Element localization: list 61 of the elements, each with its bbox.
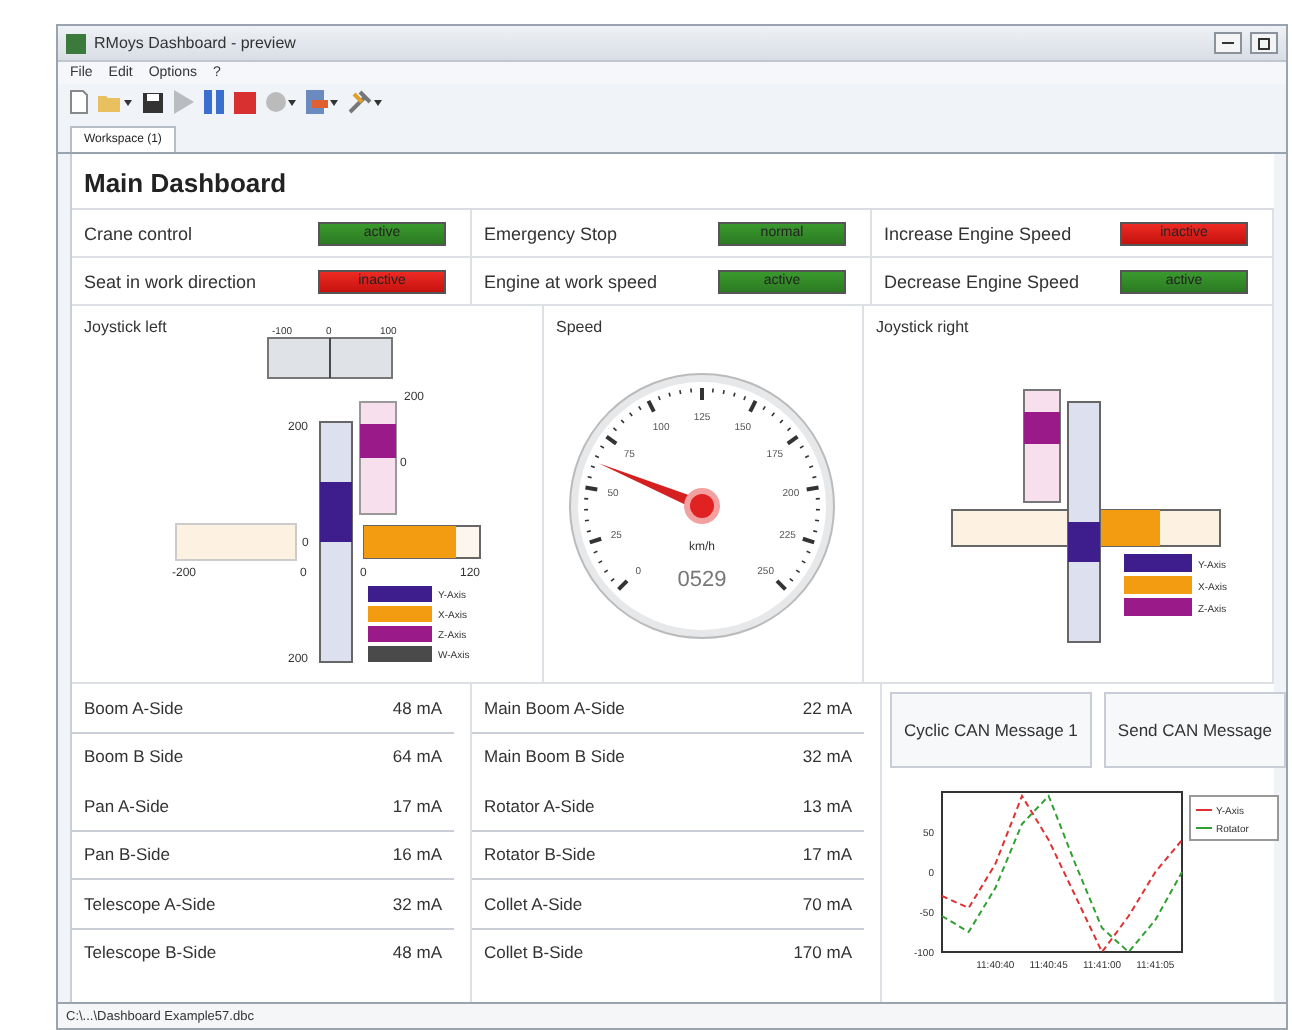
table-cell: 32 mA bbox=[392, 893, 442, 914]
table-cell: 13 mA bbox=[802, 795, 852, 816]
table-cell: Telescope B-Side bbox=[84, 942, 217, 963]
table-cell: Boom A-Side bbox=[84, 697, 184, 718]
table-cell: Rotator A-Side bbox=[484, 795, 595, 816]
table-cell: Telescope A-Side bbox=[84, 893, 216, 914]
pause-button[interactable] bbox=[204, 90, 224, 114]
table-cell: Pan A-Side bbox=[84, 795, 170, 816]
minimize-icon bbox=[1222, 41, 1234, 45]
new-file-button[interactable] bbox=[70, 90, 88, 114]
table-cell: 48 mA bbox=[392, 697, 442, 718]
open-folder-button[interactable] bbox=[98, 92, 132, 112]
table-cell: Main Boom A-Side bbox=[484, 697, 625, 718]
table-cell: Boom B Side bbox=[84, 746, 184, 767]
table-cell: 22 mA bbox=[802, 697, 852, 718]
table-cell: 16 mA bbox=[392, 844, 442, 865]
record-button[interactable] bbox=[266, 92, 296, 112]
table-cell: 17 mA bbox=[392, 795, 442, 816]
table-cell: 32 mA bbox=[802, 746, 852, 767]
caret-icon bbox=[124, 99, 132, 105]
can-message-button[interactable]: Send CAN Message bbox=[1103, 692, 1286, 768]
dashboard-title: Main Dashboard bbox=[72, 154, 1274, 210]
panel-title: Joystick left bbox=[84, 318, 167, 336]
maximize-icon bbox=[1258, 37, 1270, 49]
caret-icon bbox=[330, 99, 338, 105]
x-axis-bar bbox=[363, 525, 481, 559]
table-cell: 17 mA bbox=[802, 844, 852, 865]
signal-label: Increase Engine Speed bbox=[884, 223, 1072, 243]
table-cell: 170 mA bbox=[793, 942, 852, 963]
panel-title: Joystick right bbox=[876, 318, 969, 336]
table-cell: 70 mA bbox=[802, 893, 852, 914]
tools-button[interactable] bbox=[348, 90, 382, 114]
can-message-button[interactable]: Cyclic CAN Message 1 bbox=[890, 692, 1092, 768]
table-cell: Rotator B-Side bbox=[484, 844, 596, 865]
table-cell: Collet A-Side bbox=[484, 893, 583, 914]
signal-label: Emergency Stop bbox=[484, 223, 618, 243]
caret-icon bbox=[288, 99, 296, 105]
table-cell: 64 mA bbox=[392, 746, 442, 767]
stop-button[interactable] bbox=[234, 91, 256, 113]
z-axis-bar bbox=[1023, 389, 1061, 503]
window-title: RMoys Dashboard - preview bbox=[94, 34, 298, 52]
caret-icon bbox=[374, 99, 382, 105]
gauge-needle bbox=[598, 463, 720, 524]
table-cell: Collet B-Side bbox=[484, 942, 584, 963]
gauge-reading: 0529 bbox=[677, 568, 727, 592]
table-cell: Pan B-Side bbox=[84, 844, 170, 865]
signal-label: Decrease Engine Speed bbox=[884, 271, 1080, 291]
table-cell: 48 mA bbox=[392, 942, 442, 963]
minimize-button[interactable] bbox=[1214, 32, 1242, 54]
z-axis-bar bbox=[359, 401, 397, 515]
save-button[interactable] bbox=[142, 91, 164, 113]
horizontal-bar-track bbox=[175, 523, 297, 561]
signal-label: Engine at work speed bbox=[484, 271, 658, 291]
signal-label: Seat in work direction bbox=[84, 271, 257, 291]
panel-title: Speed bbox=[556, 318, 603, 336]
export-button[interactable] bbox=[306, 90, 338, 114]
w-axis-bar bbox=[267, 337, 393, 379]
app-icon bbox=[66, 33, 86, 53]
maximize-button[interactable] bbox=[1250, 32, 1278, 54]
table-cell: Main Boom B Side bbox=[484, 746, 625, 767]
signal-label: Crane control bbox=[84, 223, 193, 243]
